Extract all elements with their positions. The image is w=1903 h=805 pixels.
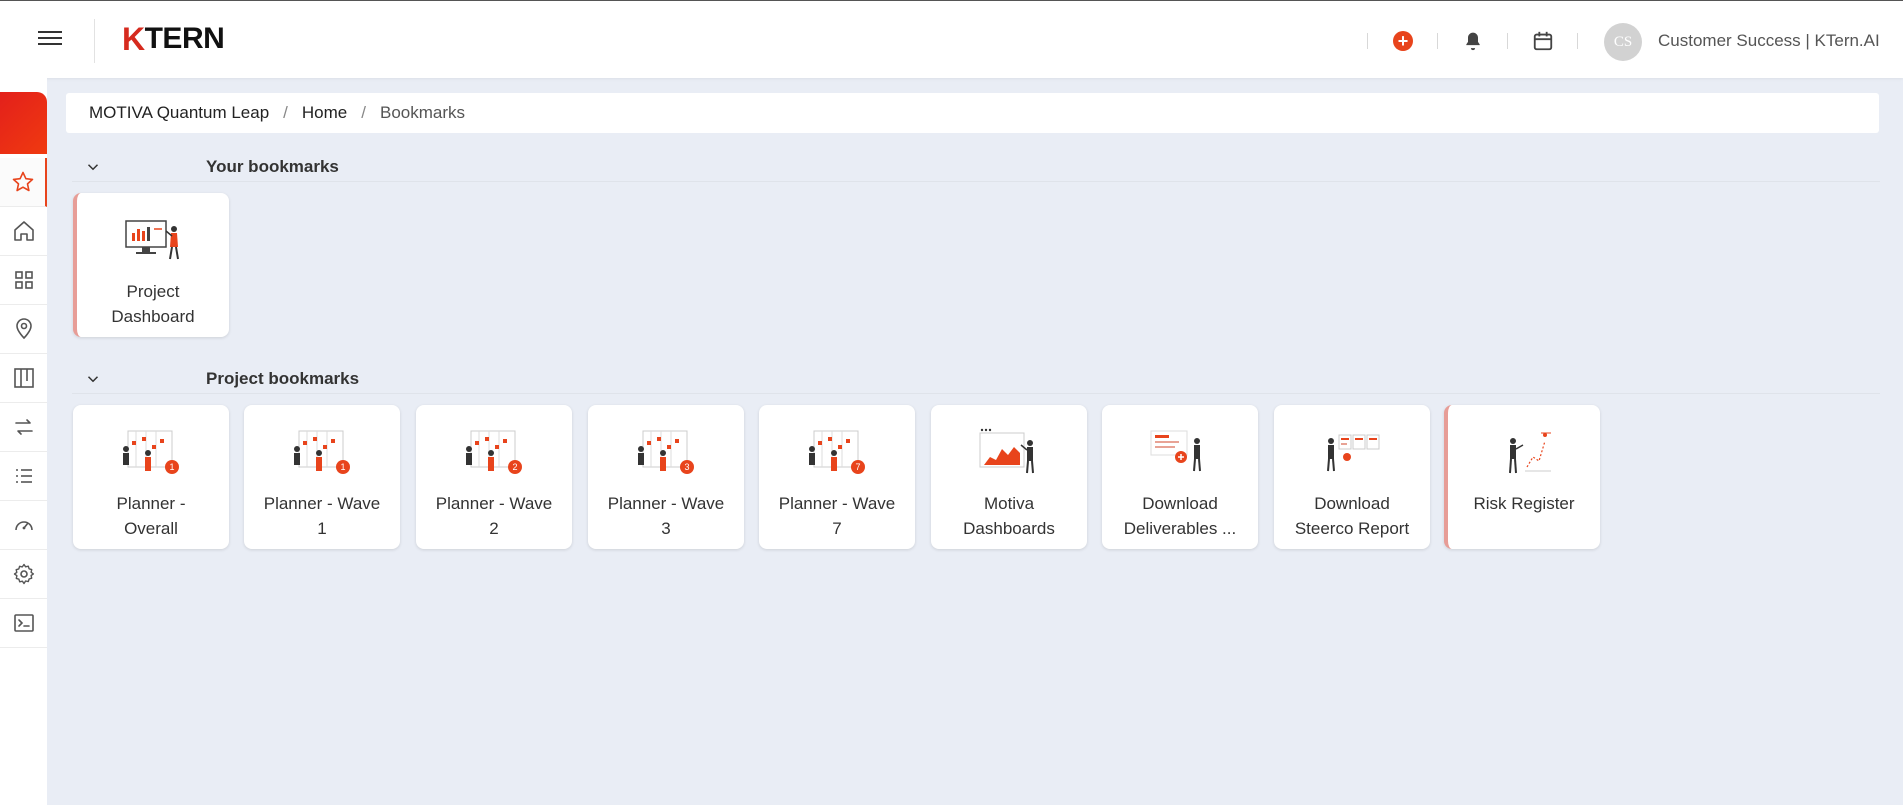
bookmark-label: Project [126,282,180,301]
bookmark-card-download-deliverables[interactable]: Download Deliverables ... [1102,405,1258,549]
badge-number: 1 [169,462,174,472]
section-title: Project bookmarks [206,368,360,388]
header-separator [1367,33,1368,49]
chevron-down-icon[interactable] [84,370,102,388]
project-bookmarks-list: 1 Planner - Overall 1 Planner - Wave 1 2 [0,405,1903,555]
sidebar-brand-block [0,92,47,154]
bookmark-label: Download [1142,494,1218,513]
user-name[interactable]: Customer Success | KTern.AI [1658,31,1880,51]
bookmark-label: Planner - Wave [607,494,725,513]
calendar-icon[interactable] [1531,29,1555,53]
bookmark-label: Dashboard [111,307,195,326]
bookmark-card-risk-register[interactable]: Risk Register [1444,405,1600,549]
sidebar-item-settings[interactable] [0,550,47,599]
star-icon [12,171,33,192]
planner-illustration-icon: 1 [294,430,350,474]
bookmark-card-planner-wave-2[interactable]: 2 Planner - Wave 2 [416,405,572,549]
bookmark-label: Planner - Wave [778,494,896,513]
planner-illustration-icon: 2 [466,430,522,474]
bookmark-label: Planner - [116,494,186,513]
bookmark-card-planner-wave-1[interactable]: 1 Planner - Wave 1 [244,405,400,549]
sidebar-item-console[interactable] [0,599,47,648]
bookmark-label: 1 [317,519,327,538]
add-icon[interactable]: + [1391,29,1415,53]
section-title: Your bookmarks [206,156,339,176]
breadcrumb-bookmarks: Bookmarks [380,103,466,122]
bookmark-card-planner-wave-3[interactable]: 3 Planner - Wave 3 [588,405,744,549]
bookmark-label: Overall [124,519,178,538]
dashboard-illustration-icon [125,220,179,260]
bookmark-label: 2 [489,519,499,538]
gear-icon [13,563,34,585]
badge-number: 7 [855,462,860,472]
kanban-icon [13,368,34,388]
bookmark-label: Planner - Wave [435,494,553,513]
bookmark-card-motiva-dashboards[interactable]: Motiva Dashboards [931,405,1087,549]
header-divider [94,19,95,63]
bookmark-label: Risk Register [1473,494,1575,513]
bookmark-card-project-dashboard[interactable]: Project Dashboard [73,193,229,337]
bookmark-label: 7 [832,519,842,538]
breadcrumb-project[interactable]: MOTIVA Quantum Leap [89,103,269,123]
deliverables-illustration-icon [1150,430,1201,472]
area-chart-illustration-icon [979,428,1034,474]
header-separator [1437,33,1438,49]
bookmark-label: Planner - Wave [263,494,381,513]
bookmark-label: Dashboards [963,519,1055,538]
planner-illustration-icon: 1 [123,430,179,474]
bookmark-label: 3 [661,519,671,538]
project-bookmarks-header: Project bookmarks [72,364,1880,394]
header-separator [1507,33,1508,49]
planner-illustration-icon: 7 [809,430,865,474]
top-header: K TERN + CS Customer Success | KTern.AI [0,0,1903,78]
bookmark-label: Steerco Report [1294,519,1410,538]
planner-illustration-icon: 3 [638,430,694,474]
sidebar-item-board[interactable] [0,354,47,403]
avatar[interactable]: CS [1604,23,1642,61]
report-illustration-icon [1327,434,1380,472]
bookmark-card-download-steerco-report[interactable]: Download Steerco Report [1274,405,1430,549]
risk-register-illustration-icon [1509,432,1551,474]
header-separator [1577,33,1578,49]
bookmark-label: Download [1314,494,1390,513]
your-bookmarks-header: Your bookmarks [72,152,1880,182]
badge-number: 2 [512,462,517,472]
ktern-logo[interactable]: K TERN [122,21,225,57]
bookmark-card-planner-overall[interactable]: 1 Planner - Overall [73,405,229,549]
breadcrumb: MOTIVA Quantum Leap / Home / Bookmarks [66,93,1879,133]
badge-number: 1 [340,462,345,472]
badge-number: 3 [684,462,689,472]
terminal-icon [13,614,34,632]
bookmark-card-planner-wave-7[interactable]: 7 Planner - Wave 7 [759,405,915,549]
chevron-down-icon[interactable] [84,158,102,176]
breadcrumb-home[interactable]: Home [302,103,347,123]
hamburger-menu-icon[interactable] [38,28,62,50]
your-bookmarks-list: Project Dashboard [0,193,1903,343]
bookmark-label: Deliverables ... [1123,519,1237,538]
bell-icon[interactable] [1461,29,1485,53]
bookmark-label: Motiva [983,494,1035,513]
